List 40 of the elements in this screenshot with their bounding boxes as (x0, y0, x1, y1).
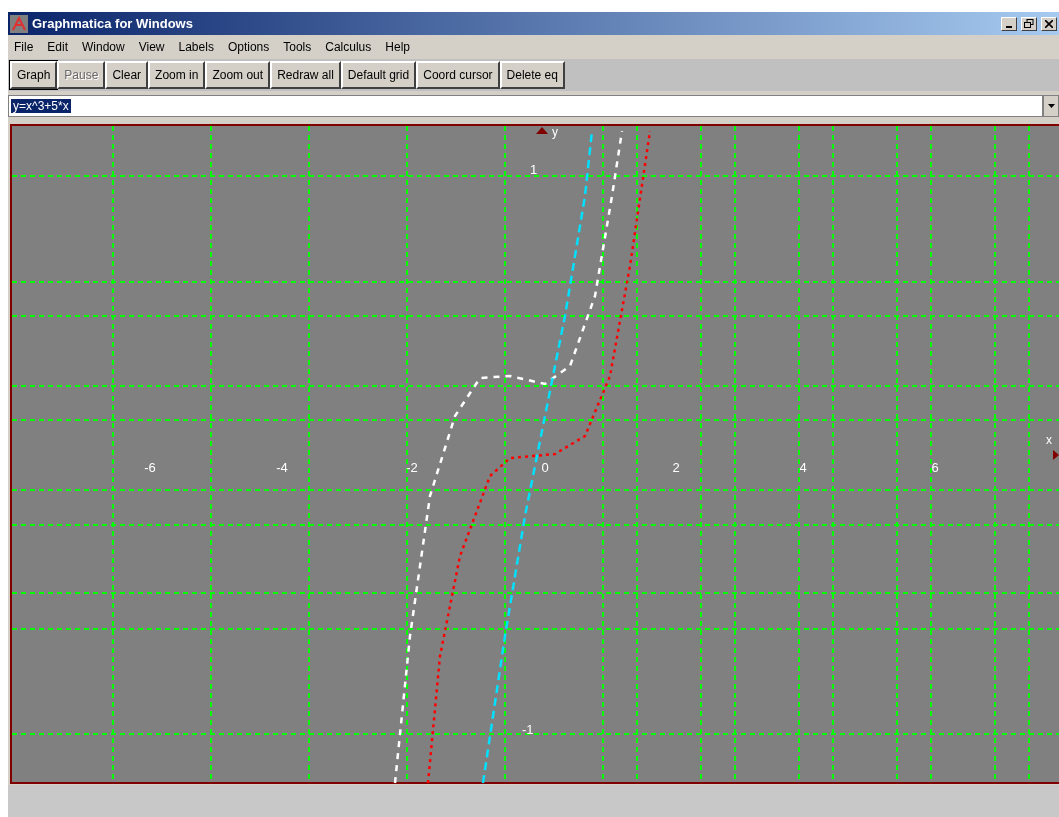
restore-button[interactable] (1021, 16, 1037, 31)
axis-label: x (1046, 433, 1052, 447)
toolbar-button[interactable]: Default grid (340, 61, 417, 89)
toolbar-button[interactable]: Redraw all (270, 61, 341, 89)
toolbar-button[interactable]: Clear (105, 61, 149, 89)
minimize-icon (1006, 25, 1012, 28)
menu-item[interactable]: Tools (283, 40, 312, 54)
tick-label: -4 (276, 460, 288, 475)
tick-label: -1 (522, 722, 534, 737)
equation-field[interactable]: y=x^3+5*x (8, 95, 1043, 117)
tick-label: 1 (530, 162, 538, 177)
tick-label: 6 (931, 460, 939, 475)
window-title: Graphmatica for Windows (32, 16, 194, 31)
tick-label: 0 (541, 460, 549, 475)
toolbar-button[interactable]: Zoom in (148, 61, 206, 89)
tick-label: 4 (799, 460, 807, 475)
tick-label: -6 (144, 460, 156, 475)
menu-item[interactable]: Calculus (325, 40, 372, 54)
menu-item[interactable]: Options (227, 40, 270, 54)
menu-item[interactable]: Edit (47, 40, 69, 54)
restore-icon (1024, 19, 1034, 28)
menu-item[interactable]: Window (82, 40, 125, 54)
menu-item[interactable]: File (14, 40, 34, 54)
menu-item[interactable]: Labels (178, 40, 214, 54)
toolbar-button[interactable]: Graph (10, 61, 58, 89)
close-button[interactable] (1041, 16, 1057, 31)
close-icon (1045, 19, 1053, 28)
caret-icon (1047, 104, 1055, 108)
tick-label: -2 (406, 460, 418, 475)
tick-label: 2 (672, 460, 680, 475)
menu-item[interactable]: View (138, 40, 165, 54)
graph-app-icon (10, 14, 28, 33)
axis-label: y (552, 125, 558, 139)
toolbar-button[interactable]: Delete eq (499, 61, 565, 89)
toolbar-button[interactable]: Zoom out (205, 61, 271, 89)
dropdown-button[interactable] (1043, 95, 1059, 117)
minimize-button[interactable] (1001, 16, 1017, 31)
menu-item[interactable]: Help (385, 40, 410, 54)
toolbar-button[interactable]: Coord cursor (416, 61, 500, 89)
y-axis-arrow-icon (536, 127, 548, 134)
